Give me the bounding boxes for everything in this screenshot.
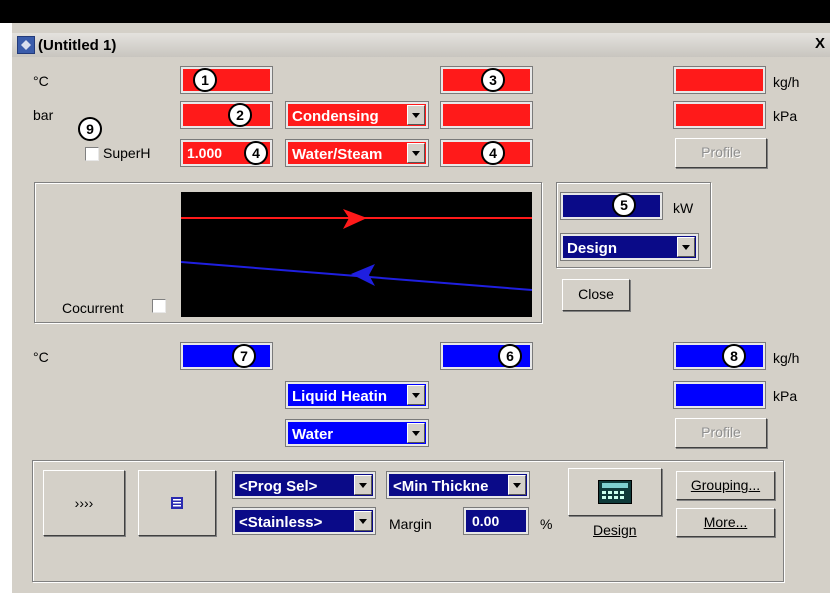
document-icon [171, 497, 183, 509]
next-button[interactable]: ›››› [43, 470, 125, 536]
flow-schematic-svg [180, 209, 533, 291]
hot-process-type-select[interactable]: Condensing [285, 101, 429, 129]
chevron-down-icon[interactable] [354, 475, 372, 495]
chevron-down-icon[interactable] [354, 511, 372, 531]
cold-dp-field[interactable] [673, 381, 766, 409]
window-title: (Untitled 1) [38, 37, 117, 54]
cold-process-type-value: Liquid Heatin [292, 388, 387, 405]
design-button[interactable] [568, 468, 662, 516]
duty-mode-select[interactable]: Design [560, 233, 699, 261]
close-button[interactable]: Close [562, 279, 630, 311]
chevron-down-icon[interactable] [677, 237, 695, 257]
close-window-button[interactable]: X [815, 35, 825, 52]
more-button[interactable]: More... [676, 508, 775, 537]
cold-fluid-value: Water [292, 426, 334, 443]
callout-badge: 7 [232, 344, 256, 368]
callout-badge: 9 [78, 117, 102, 141]
program-select[interactable]: <Prog Sel> [232, 471, 376, 499]
hot-temp-unit: °C [33, 73, 49, 89]
min-thickness-select[interactable]: <Min Thickne [386, 471, 530, 499]
hot-outlet-pressure-field[interactable] [440, 101, 533, 129]
callout-badge: 5 [612, 193, 636, 217]
margin-unit: % [540, 516, 553, 532]
cold-flow-arrow-icon [351, 264, 375, 286]
callout-badge: 6 [498, 344, 522, 368]
superh-label: SuperH [103, 145, 151, 161]
app-icon [17, 36, 35, 54]
document-button[interactable] [138, 470, 216, 536]
hot-dp-unit: kPa [773, 108, 798, 124]
hot-process-type-value: Condensing [292, 108, 379, 125]
cocurrent-label: Cocurrent [62, 300, 124, 316]
chevron-down-icon[interactable] [407, 105, 425, 125]
design-label[interactable]: Design [593, 522, 637, 538]
callout-badge: 4 [244, 141, 268, 165]
hot-press-unit: bar [33, 107, 54, 123]
material-value: <Stainless> [239, 514, 323, 531]
hot-dp-field[interactable] [673, 101, 766, 129]
hot-flow-unit: kg/h [773, 74, 800, 90]
callout-badge: 1 [193, 68, 217, 92]
cold-temp-unit: °C [33, 349, 49, 365]
callout-badge: 4 [481, 141, 505, 165]
hot-quality-value: 1.000 [187, 145, 223, 161]
program-select-value: <Prog Sel> [239, 478, 318, 495]
min-thickness-value: <Min Thickne [393, 478, 489, 495]
margin-label: Margin [389, 516, 432, 532]
cold-fluid-select[interactable]: Water [285, 419, 429, 447]
material-select[interactable]: <Stainless> [232, 507, 376, 535]
chevron-down-icon[interactable] [508, 475, 526, 495]
callout-badge: 8 [722, 344, 746, 368]
margin-field[interactable]: 0.00 [463, 507, 529, 535]
duty-mode-value: Design [567, 240, 618, 257]
hot-profile-button[interactable]: Profile [675, 138, 767, 168]
hot-fluid-value: Water/Steam [292, 146, 383, 163]
callout-badge: 3 [481, 68, 505, 92]
flow-schematic [180, 192, 533, 317]
hot-inlet-pressure-field[interactable] [180, 101, 273, 129]
cocurrent-checkbox[interactable] [152, 299, 166, 313]
cold-inlet-temp-field[interactable] [180, 342, 273, 370]
calculator-icon [598, 480, 632, 504]
title-bar [12, 33, 830, 57]
superh-checkbox[interactable] [85, 147, 99, 161]
hot-fluid-select[interactable]: Water/Steam [285, 139, 429, 167]
chevron-down-icon[interactable] [407, 423, 425, 443]
grouping-button[interactable]: Grouping... [676, 471, 775, 500]
hot-flow-field[interactable] [673, 66, 766, 94]
callout-badge: 2 [228, 103, 252, 127]
screen-top-bar [0, 0, 830, 23]
cold-process-type-select[interactable]: Liquid Heatin [285, 381, 429, 409]
cold-flow-unit: kg/h [773, 350, 800, 366]
cold-profile-button[interactable]: Profile [675, 418, 767, 448]
duty-unit: kW [673, 200, 694, 216]
chevron-down-icon[interactable] [407, 385, 425, 405]
cold-dp-unit: kPa [773, 388, 798, 404]
cold-flow-field[interactable] [673, 342, 766, 370]
chevron-down-icon[interactable] [407, 143, 425, 163]
